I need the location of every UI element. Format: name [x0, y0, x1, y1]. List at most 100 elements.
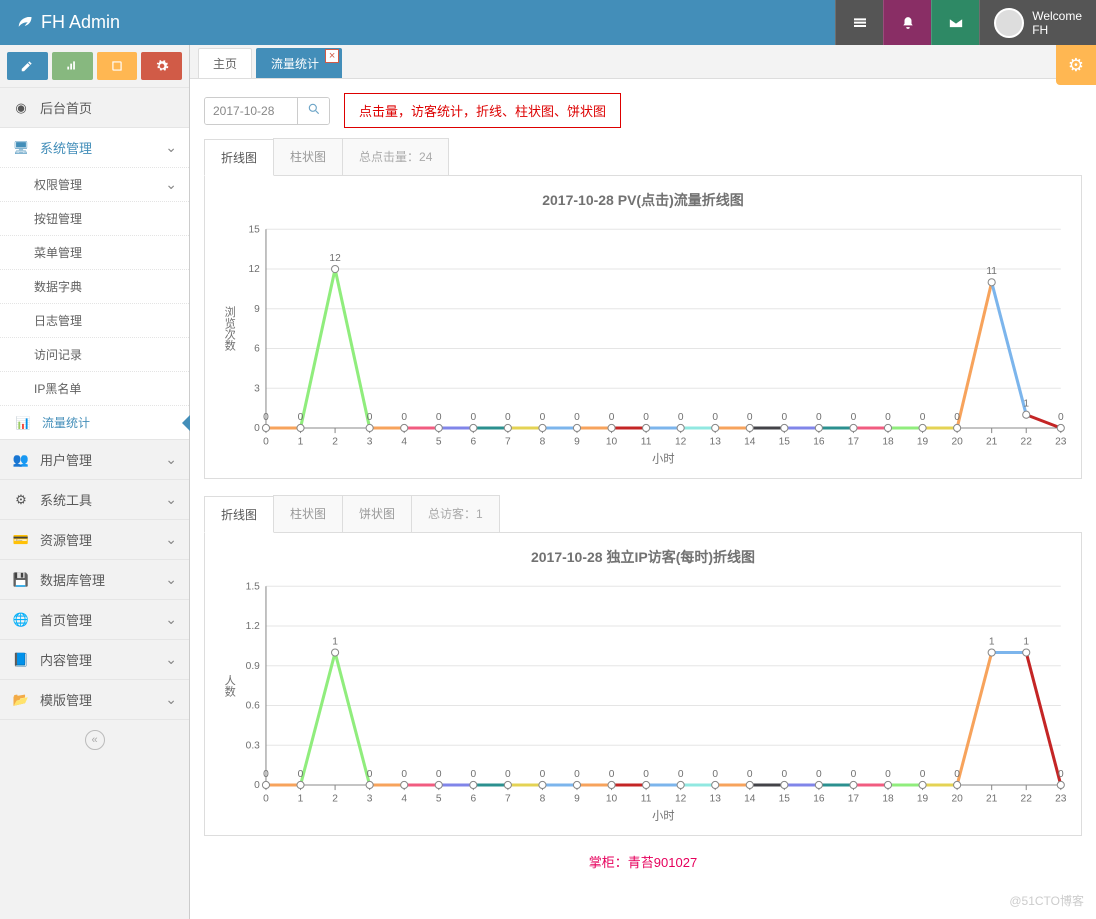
chart2-tab-line[interactable]: 折线图	[204, 496, 274, 533]
svg-text:0: 0	[781, 769, 787, 780]
svg-text:20: 20	[951, 793, 963, 804]
svg-text:12: 12	[675, 793, 687, 804]
svg-text:0: 0	[643, 412, 649, 423]
sidebar-sub-item: 日志管理	[0, 303, 189, 337]
card-icon: 💳	[12, 532, 30, 548]
svg-text:13: 13	[710, 436, 722, 447]
sb-cogs[interactable]	[141, 52, 182, 80]
svg-text:0: 0	[712, 412, 718, 423]
tasks-button[interactable]	[835, 0, 883, 45]
svg-text:10: 10	[606, 436, 618, 447]
chart2-tabs: 折线图 柱状图 饼状图 总访客：1	[204, 495, 1082, 533]
svg-text:0: 0	[816, 412, 822, 423]
svg-text:5: 5	[436, 793, 442, 804]
svg-text:9: 9	[574, 793, 580, 804]
sb-book[interactable]	[97, 52, 138, 80]
globe-icon: 🌐	[12, 612, 30, 628]
svg-text:4: 4	[401, 436, 407, 447]
svg-text:15: 15	[249, 224, 261, 235]
filter-row: 点击量，访客统计，折线、柱状图、饼状图	[204, 93, 1082, 128]
svg-text:1: 1	[298, 436, 304, 447]
svg-text:0: 0	[470, 412, 476, 423]
users-icon: 👥	[12, 452, 30, 468]
footer-text: 掌柜：青苔901027	[204, 852, 1082, 871]
date-input[interactable]	[205, 98, 297, 124]
user-text: Welcome FH	[1032, 9, 1082, 37]
book-icon: 📘	[12, 652, 30, 668]
svg-text:0: 0	[678, 769, 684, 780]
svg-text:19: 19	[917, 793, 929, 804]
date-filter	[204, 97, 330, 125]
user-menu[interactable]: Welcome FH	[979, 0, 1096, 45]
svg-text:2: 2	[332, 436, 338, 447]
svg-text:0.6: 0.6	[246, 700, 260, 711]
svg-text:3: 3	[367, 793, 373, 804]
close-icon[interactable]: ×	[325, 49, 339, 63]
svg-text:2: 2	[332, 793, 338, 804]
chart1-tab-line[interactable]: 折线图	[204, 139, 274, 176]
svg-text:23: 23	[1055, 436, 1067, 447]
svg-text:小时: 小时	[652, 453, 674, 466]
chart1: 03691215浏览次数0010212304050607080901001101…	[215, 214, 1071, 469]
svg-text:7: 7	[505, 793, 511, 804]
svg-text:0: 0	[747, 769, 753, 780]
svg-text:11: 11	[641, 436, 652, 447]
svg-text:浏览次数: 浏览次数	[223, 305, 236, 352]
avatar	[994, 8, 1024, 38]
watermark: @51CTO博客	[1009, 892, 1084, 909]
svg-text:5: 5	[436, 436, 442, 447]
leaf-icon	[15, 11, 33, 34]
chart2-tab-pie[interactable]: 饼状图	[342, 495, 412, 532]
notifications-button[interactable]	[883, 0, 931, 45]
svg-text:0: 0	[954, 769, 960, 780]
chart2-tab-bar[interactable]: 柱状图	[273, 495, 343, 532]
chart1-box: 2017-10-28 PV(点击)流量折线图 03691215浏览次数00102…	[204, 176, 1082, 479]
settings-gear[interactable]: ⚙	[1056, 45, 1096, 85]
svg-text:21: 21	[986, 436, 998, 447]
messages-button[interactable]	[931, 0, 979, 45]
svg-text:11: 11	[986, 266, 997, 277]
svg-text:1.5: 1.5	[246, 581, 260, 592]
search-button[interactable]	[297, 98, 329, 124]
svg-text:18: 18	[882, 436, 894, 447]
svg-text:0: 0	[263, 436, 269, 447]
chevron-icon: ⌄	[165, 176, 177, 193]
svg-text:12: 12	[675, 436, 687, 447]
chevron-down-icon: ⌄	[165, 139, 177, 156]
svg-text:0: 0	[436, 412, 442, 423]
nav-users: 👥用户管理⌄	[0, 440, 189, 480]
chart1-total: 总点击量：24	[342, 138, 449, 175]
brand-text: FH Admin	[41, 12, 120, 33]
nav-system: 🖥系统管理⌄ 权限管理⌄按钮管理菜单管理数据字典日志管理访问记录IP黑名单📊流量…	[0, 128, 189, 440]
tab-stats[interactable]: 流量统计×	[256, 48, 342, 78]
svg-text:19: 19	[917, 436, 929, 447]
svg-text:0: 0	[816, 769, 822, 780]
sidebar-sub-item: 访问记录	[0, 337, 189, 371]
svg-text:0: 0	[401, 412, 407, 423]
brand[interactable]: FH Admin	[0, 11, 135, 34]
svg-text:13: 13	[710, 793, 722, 804]
svg-text:11: 11	[641, 793, 652, 804]
page-tabs: 主页 流量统计× ⚙	[190, 45, 1096, 79]
gear-icon: ⚙	[12, 492, 30, 508]
svg-text:0: 0	[298, 412, 304, 423]
sb-pencil[interactable]	[7, 52, 48, 80]
collapse-sidebar[interactable]: «	[85, 730, 105, 750]
sidebar-sub-item: 📊流量统计	[0, 405, 189, 439]
svg-text:12: 12	[249, 264, 261, 275]
sb-bars[interactable]	[52, 52, 93, 80]
svg-text:1: 1	[298, 793, 304, 804]
svg-text:3: 3	[367, 436, 373, 447]
svg-text:0: 0	[436, 769, 442, 780]
svg-text:1: 1	[1023, 399, 1029, 410]
svg-text:1: 1	[332, 636, 338, 647]
chart1-tab-bar[interactable]: 柱状图	[273, 138, 343, 175]
chart2-total: 总访客：1	[411, 495, 500, 532]
svg-text:15: 15	[779, 436, 791, 447]
svg-text:0: 0	[505, 412, 511, 423]
tab-home[interactable]: 主页	[198, 48, 252, 78]
chevron-icon: ⌄	[165, 531, 177, 548]
content: 点击量，访客统计，折线、柱状图、饼状图 折线图 柱状图 总点击量：24 2017…	[190, 79, 1096, 919]
svg-text:0: 0	[885, 412, 891, 423]
svg-text:0: 0	[712, 769, 718, 780]
